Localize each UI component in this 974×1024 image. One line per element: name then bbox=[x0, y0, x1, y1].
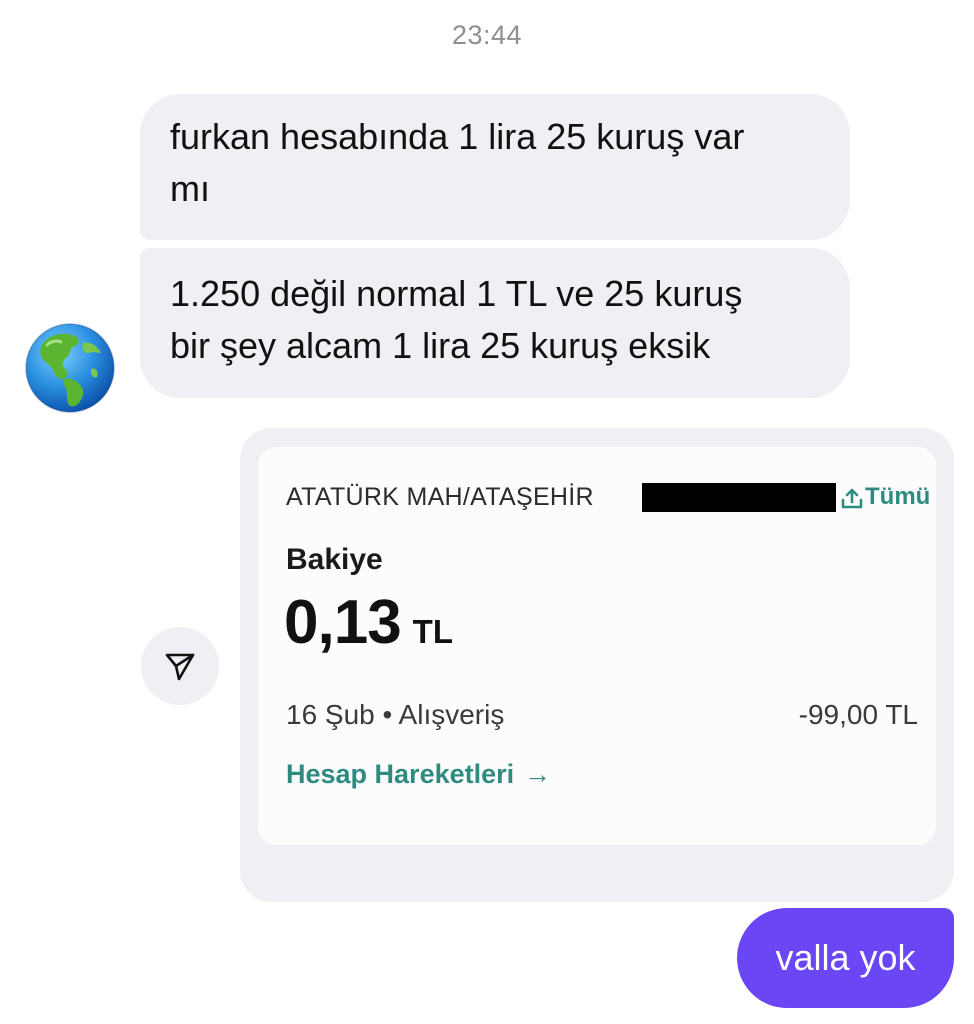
account-transactions-label: Hesap Hareketleri bbox=[286, 759, 515, 789]
message-line: bir şey alcam 1 lira 25 kuruş eksik bbox=[170, 325, 711, 366]
message-line: mı bbox=[170, 168, 210, 209]
shared-account-card[interactable]: ATATÜRK MAH/ATAŞEHİR Tümü Bakiye 0,13 TL… bbox=[258, 447, 936, 845]
sender-avatar[interactable] bbox=[25, 323, 115, 413]
share-message-button[interactable] bbox=[141, 627, 219, 705]
redacted-account-number bbox=[642, 483, 836, 512]
message-line: furkan hesabında 1 lira 25 kuruş var bbox=[170, 116, 745, 157]
incoming-message-bubble[interactable]: furkan hesabında 1 lira 25 kuruş var mı bbox=[140, 94, 850, 240]
share-all-label: Tümü bbox=[865, 483, 931, 510]
share-all-button[interactable]: Tümü bbox=[840, 483, 930, 511]
balance-value: 0,13 TL bbox=[284, 587, 453, 658]
balance-currency: TL bbox=[412, 613, 453, 650]
send-icon bbox=[165, 653, 195, 681]
balance-amount: 0,13 bbox=[284, 588, 402, 657]
message-text: valla yok bbox=[775, 937, 916, 978]
balance-label: Bakiye bbox=[286, 543, 383, 576]
account-transactions-link[interactable]: Hesap Hareketleri → bbox=[286, 759, 551, 790]
account-address: ATATÜRK MAH/ATAŞEHİR bbox=[286, 483, 594, 511]
globe-americas-icon bbox=[25, 323, 115, 413]
incoming-message-bubble[interactable]: 1.250 değil normal 1 TL ve 25 kuruş bir … bbox=[140, 248, 850, 398]
transaction-amount: -99,00 TL bbox=[798, 699, 918, 730]
message-line: 1.250 değil normal 1 TL ve 25 kuruş bbox=[170, 273, 743, 314]
arrow-right-icon: → bbox=[524, 759, 552, 789]
message-timestamp: 23:44 bbox=[451, 20, 523, 50]
outgoing-message-bubble[interactable]: valla yok bbox=[737, 908, 954, 1008]
share-up-icon bbox=[841, 488, 863, 509]
transaction-description: 16 Şub • Alışveriş bbox=[286, 699, 505, 730]
